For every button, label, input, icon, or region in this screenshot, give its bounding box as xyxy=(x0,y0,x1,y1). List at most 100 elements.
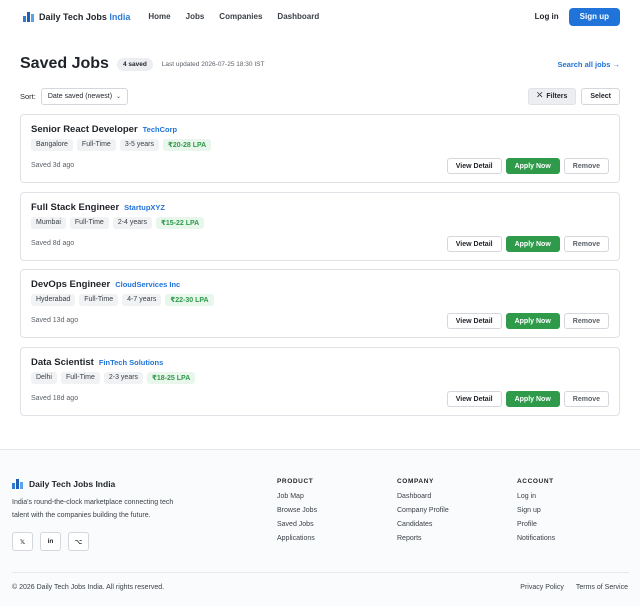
job-tags: Bangalore Full-Time 3-5 years ₹20-28 LPA xyxy=(31,139,212,151)
footer-column-product: PRODUCT Job Map Browse Jobs Saved Jobs A… xyxy=(277,478,317,549)
github-icon[interactable]: ⌥ xyxy=(68,532,89,551)
nav-auth: Log in Sign up xyxy=(535,7,620,26)
remove-button[interactable]: Remove xyxy=(563,391,609,407)
saved-count-badge: 4 saved xyxy=(116,57,153,71)
salary-tag: ₹20-28 LPA xyxy=(163,139,212,151)
location-tag: Hyderabad xyxy=(31,294,76,306)
privacy-policy-link[interactable]: Privacy Policy xyxy=(520,584,564,591)
site-footer: Daily Tech Jobs India India's round-the-… xyxy=(0,449,640,606)
location-tag: Delhi xyxy=(31,372,57,384)
nav-link-jobs[interactable]: Jobs xyxy=(186,12,205,21)
job-type-tag: Full-Time xyxy=(60,372,100,384)
job-title[interactable]: Senior React Developer xyxy=(31,124,138,135)
job-company-link[interactable]: StartupXYZ xyxy=(124,203,165,212)
login-link[interactable]: Log in xyxy=(535,12,559,21)
view-detail-button[interactable]: View Detail xyxy=(446,313,502,329)
footer-column-title: COMPANY xyxy=(397,478,434,485)
sort-select-value: Date saved (newest) xyxy=(47,92,113,100)
footer-column-company: COMPANY Dashboard Company Profile Candid… xyxy=(397,478,449,549)
footer-link-applications[interactable]: Applications xyxy=(277,535,317,542)
view-detail-button[interactable]: View Detail xyxy=(446,236,502,252)
saved-time: Saved 18d ago xyxy=(31,395,79,402)
remove-button[interactable]: Remove xyxy=(563,158,609,174)
sort-label: Sort: xyxy=(20,91,36,101)
page-title: Saved Jobs xyxy=(20,55,109,72)
job-actions: View Detail Apply Now Remove xyxy=(446,313,609,329)
job-title-row: DevOps Engineer CloudServices Inc xyxy=(31,279,180,290)
chevron-down-icon: ⌄ xyxy=(116,93,122,100)
linkedin-icon[interactable]: in xyxy=(40,532,61,551)
salary-tag: ₹18-25 LPA xyxy=(147,372,196,384)
copyright-text: © 2026 Daily Tech Jobs India. All rights… xyxy=(12,584,165,591)
footer-brand[interactable]: Daily Tech Jobs India xyxy=(12,479,115,489)
location-tag: Mumbai xyxy=(31,217,66,229)
filters-button[interactable]: ⛌ Filters xyxy=(528,87,577,105)
job-actions: View Detail Apply Now Remove xyxy=(446,158,609,174)
nav-link-companies[interactable]: Companies xyxy=(219,12,262,21)
footer-column-account: ACCOUNT Log in Sign up Profile Notificat… xyxy=(517,478,555,549)
location-tag: Bangalore xyxy=(31,139,73,151)
sort-select[interactable]: Date saved (newest) ⌄ xyxy=(40,87,129,105)
social-links: 𝕏 in ⌥ xyxy=(12,532,89,551)
job-title[interactable]: DevOps Engineer xyxy=(31,279,110,290)
view-detail-button[interactable]: View Detail xyxy=(446,158,502,174)
job-type-tag: Full-Time xyxy=(76,139,116,151)
select-button[interactable]: Select xyxy=(581,87,620,105)
footer-link-saved-jobs[interactable]: Saved Jobs xyxy=(277,521,317,528)
saved-time: Saved 13d ago xyxy=(31,317,79,324)
nav-link-home[interactable]: Home xyxy=(148,12,170,21)
bar-chart-logo-icon xyxy=(23,11,34,22)
job-title-row: Data Scientist FinTech Solutions xyxy=(31,357,163,368)
sort-toolbar: Sort: Date saved (newest) ⌄ ⛌ Filters Se… xyxy=(20,87,620,105)
job-card: Full Stack Engineer StartupXYZ Mumbai Fu… xyxy=(20,192,620,261)
apply-now-button[interactable]: Apply Now xyxy=(505,158,560,174)
apply-now-button[interactable]: Apply Now xyxy=(505,313,560,329)
brand-logo[interactable]: Daily Tech Jobs India xyxy=(23,11,131,22)
footer-link-profile[interactable]: Profile xyxy=(517,521,555,528)
footer-link-signup[interactable]: Sign up xyxy=(517,507,555,514)
filters-label: Filters xyxy=(546,92,568,100)
page-header: Saved Jobs 4 saved Last updated 2026-07-… xyxy=(20,55,620,73)
job-title[interactable]: Data Scientist xyxy=(31,357,94,368)
footer-link-job-map[interactable]: Job Map xyxy=(277,493,317,500)
search-all-jobs-link[interactable]: Search all jobs → xyxy=(557,60,620,69)
remove-button[interactable]: Remove xyxy=(563,313,609,329)
footer-link-browse-jobs[interactable]: Browse Jobs xyxy=(277,507,317,514)
nav-link-dashboard[interactable]: Dashboard xyxy=(277,12,319,21)
job-title-row: Full Stack Engineer StartupXYZ xyxy=(31,202,165,213)
x-twitter-icon[interactable]: 𝕏 xyxy=(12,532,33,551)
brand-name: Daily Tech Jobs India xyxy=(39,11,131,22)
job-title-row: Senior React Developer TechCorp xyxy=(31,124,177,135)
job-card: Data Scientist FinTech Solutions Delhi F… xyxy=(20,347,620,416)
apply-now-button[interactable]: Apply Now xyxy=(505,391,560,407)
nav-links: Home Jobs Companies Dashboard xyxy=(148,12,319,21)
job-type-tag: Full-Time xyxy=(79,294,119,306)
job-company-link[interactable]: CloudServices Inc xyxy=(115,280,180,289)
last-updated: Last updated 2026-07-25 18:30 IST xyxy=(161,60,265,68)
view-detail-button[interactable]: View Detail xyxy=(446,391,502,407)
job-title[interactable]: Full Stack Engineer xyxy=(31,202,119,213)
apply-now-button[interactable]: Apply Now xyxy=(505,236,560,252)
job-type-tag: Full-Time xyxy=(69,217,109,229)
top-navbar: Daily Tech Jobs India Home Jobs Companie… xyxy=(0,0,640,33)
job-card: Senior React Developer TechCorp Bangalor… xyxy=(20,114,620,183)
remove-button[interactable]: Remove xyxy=(563,236,609,252)
legal-links: Privacy Policy Terms of Service xyxy=(520,584,628,591)
footer-description: India's round-the-clock marketplace conn… xyxy=(12,499,174,519)
job-company-link[interactable]: FinTech Solutions xyxy=(99,358,163,367)
footer-link-candidates[interactable]: Candidates xyxy=(397,521,449,528)
footer-link-company-profile[interactable]: Company Profile xyxy=(397,507,449,514)
job-tags: Hyderabad Full-Time 4-7 years ₹22-30 LPA xyxy=(31,294,214,306)
footer-link-reports[interactable]: Reports xyxy=(397,535,449,542)
filter-icon: ⛌ xyxy=(537,92,543,99)
footer-divider xyxy=(12,572,629,573)
job-actions: View Detail Apply Now Remove xyxy=(446,391,609,407)
footer-link-dashboard[interactable]: Dashboard xyxy=(397,493,449,500)
footer-column-title: PRODUCT xyxy=(277,478,314,485)
signup-button[interactable]: Sign up xyxy=(568,7,620,26)
salary-tag: ₹22-30 LPA xyxy=(165,294,214,306)
footer-link-login[interactable]: Log in xyxy=(517,493,555,500)
job-company-link[interactable]: TechCorp xyxy=(143,125,177,134)
terms-of-service-link[interactable]: Terms of Service xyxy=(576,584,628,591)
footer-link-notifications[interactable]: Notifications xyxy=(517,535,555,542)
